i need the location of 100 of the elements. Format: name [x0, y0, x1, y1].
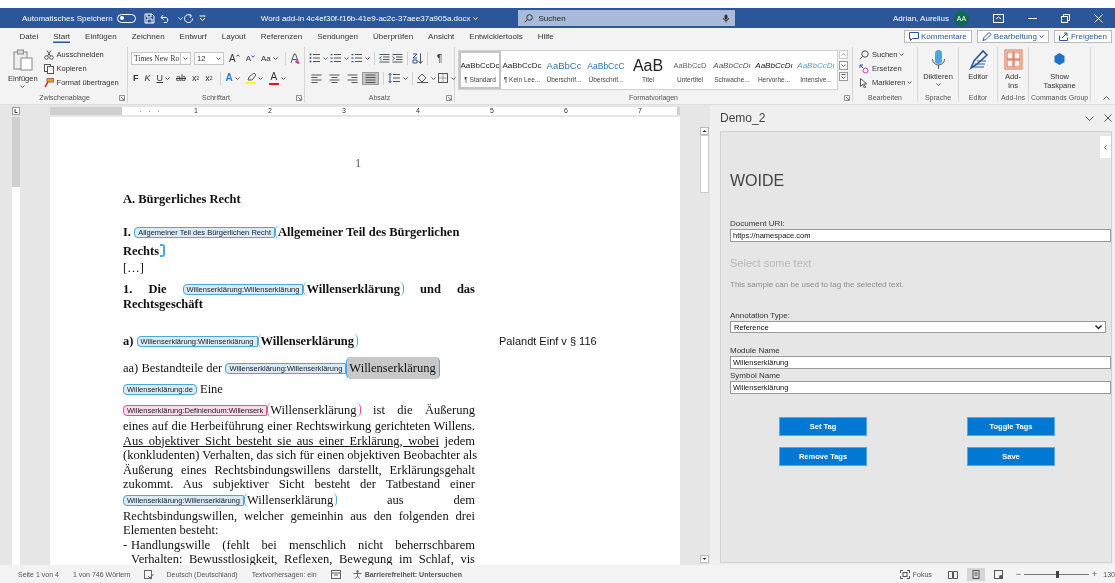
- scrollbar-thumb[interactable]: [699, 135, 709, 193]
- focus-icon: [899, 569, 910, 579]
- decrease-indent-icon[interactable]: [379, 53, 390, 63]
- document-title[interactable]: Word add-in 4c4ef30f-f16b-41e9-ac2c-37aee37a905a.docx: [260, 13, 471, 23]
- microphone-icon[interactable]: [722, 13, 729, 23]
- sort-icon[interactable]: [412, 52, 423, 64]
- dialog-launcher-icon[interactable]: [446, 94, 452, 101]
- dialog-launcher-icon[interactable]: [296, 94, 302, 101]
- caret-icon[interactable]: [1038, 35, 1044, 38]
- shading-icon[interactable]: [417, 73, 428, 83]
- dialog-launcher-icon[interactable]: [119, 94, 125, 101]
- bullet-list-icon[interactable]: [309, 53, 320, 63]
- menu-tab[interactable]: Referenzen: [260, 30, 303, 43]
- increase-indent-icon[interactable]: [392, 53, 403, 63]
- superscript-button[interactable]: x$^{2}$: [203, 73, 215, 83]
- user-name[interactable]: Adrian, Aurelius: [892, 13, 949, 23]
- share-button[interactable]: Freigeben: [1053, 30, 1112, 43]
- search-box[interactable]: Suchen: [517, 10, 735, 26]
- caret-icon[interactable]: [935, 83, 941, 86]
- tagged-text: Allgemeiner Teil des Bürgerlichen: [275, 225, 463, 239]
- caret-icon[interactable]: [899, 53, 905, 56]
- menu-tab[interactable]: Datei: [19, 30, 39, 43]
- proofing-icon[interactable]: [144, 569, 155, 579]
- redo-icon[interactable]: [182, 12, 194, 24]
- strikethrough-button[interactable]: ab: [174, 73, 189, 83]
- caret-icon[interactable]: [183, 56, 188, 60]
- caret-icon[interactable]: [344, 56, 349, 60]
- field-label: Module Name: [730, 346, 781, 355]
- menu-tab[interactable]: Zeichnen: [131, 30, 165, 43]
- caret-icon[interactable]: [323, 56, 328, 60]
- body-text: zukommt. Aus subjektiver Sicht besteht der Tatbestand einer: [123, 477, 475, 491]
- grow-font-button[interactable]: A: [227, 52, 242, 64]
- zoom-out-button[interactable]: −: [1015, 569, 1022, 579]
- caret-icon[interactable]: [272, 56, 278, 60]
- scroll-down-icon[interactable]: [839, 61, 848, 70]
- multilevel-list-icon[interactable]: [351, 53, 362, 63]
- tab-selector-icon[interactable]: [12, 107, 20, 115]
- menu-tab[interactable]: Überprüfen: [373, 30, 414, 43]
- scroll-down-icon[interactable]: [699, 555, 709, 563]
- scissors-icon: [43, 49, 54, 60]
- caret-icon[interactable]: [216, 56, 221, 60]
- caret-icon[interactable]: [20, 85, 26, 88]
- editing-mode-button[interactable]: Bearbeitung: [976, 30, 1049, 43]
- undo-icon[interactable]: [159, 13, 171, 23]
- numbered-list-icon[interactable]: [330, 53, 341, 63]
- minimize-icon[interactable]: [1028, 17, 1037, 19]
- menu-tab[interactable]: Entwicklertools: [469, 30, 523, 43]
- customize-icon[interactable]: [198, 15, 206, 21]
- shrink-font-button[interactable]: A: [243, 53, 257, 63]
- paragraph-marks-button[interactable]: ¶: [435, 52, 445, 64]
- collapse-ribbon-icon[interactable]: [1103, 96, 1110, 100]
- highlight-button[interactable]: [243, 72, 265, 84]
- change-case-button[interactable]: Aa: [259, 53, 280, 63]
- caret-icon[interactable]: [365, 56, 370, 60]
- close-icon[interactable]: [1104, 114, 1112, 122]
- heading-text: A. Bürgerliches Recht: [123, 192, 241, 206]
- search-field[interactable]: Suchen: [538, 13, 723, 23]
- view-button[interactable]: [966, 567, 985, 581]
- tagged-text: Willenserklärung: [267, 403, 361, 417]
- body-text: […]: [123, 261, 144, 275]
- caret-icon[interactable]: [234, 76, 240, 80]
- page-number: 1: [353, 155, 363, 171]
- menu-tab[interactable]: Layout: [221, 30, 246, 43]
- borders-icon[interactable]: [438, 73, 448, 83]
- body-text: Rechtsbindungswillen, welcher gemeinhin aus den folgenden drei: [123, 508, 475, 523]
- text-effects-button[interactable]: A: [223, 73, 242, 83]
- chevron-down-icon[interactable]: [1085, 115, 1094, 121]
- zoom-in-button[interactable]: +: [1092, 569, 1098, 579]
- menu-tab[interactable]: Hilfe: [537, 30, 554, 43]
- replace-icon: [859, 63, 869, 74]
- restore-icon[interactable]: [1061, 13, 1070, 23]
- caret-icon[interactable]: [403, 76, 408, 80]
- macro-icon[interactable]: [330, 569, 341, 579]
- menu-tab[interactable]: Entwurf: [179, 30, 207, 43]
- menu-tab[interactable]: Start: [53, 30, 71, 43]
- clear-formatting-icon[interactable]: [288, 52, 301, 64]
- line-spacing-icon[interactable]: [388, 73, 400, 83]
- underline-button[interactable]: U: [154, 73, 172, 83]
- gallery-more-icon[interactable]: [839, 72, 848, 81]
- justify-button[interactable]: [362, 71, 379, 85]
- caret-icon[interactable]: [451, 76, 456, 80]
- caret-icon[interactable]: [257, 76, 263, 80]
- menu-tab[interactable]: Einfügen: [85, 30, 117, 43]
- italic-button[interactable]: K: [142, 73, 153, 83]
- menu-tab[interactable]: Sendungen: [317, 30, 359, 43]
- tagged-text: Willenserklärung: [346, 356, 440, 379]
- font-color-button[interactable]: A: [266, 71, 288, 85]
- caret-icon[interactable]: [280, 76, 286, 80]
- menu-tab[interactable]: Ansicht: [428, 30, 455, 43]
- caret-icon[interactable]: [165, 76, 170, 80]
- bold-button[interactable]: F: [131, 73, 141, 83]
- ribbon-display-icon[interactable]: [993, 13, 1004, 23]
- caret-icon[interactable]: [907, 81, 913, 84]
- scroll-up-icon[interactable]: [699, 127, 709, 135]
- comments-button[interactable]: Kommentare: [904, 30, 972, 43]
- print-layout-icon: [970, 569, 981, 579]
- save-icon[interactable]: [143, 12, 155, 24]
- dialog-launcher-icon[interactable]: [844, 94, 850, 101]
- caret-icon[interactable]: [431, 76, 436, 80]
- tagged-text: Willenserklärung: [243, 492, 338, 507]
